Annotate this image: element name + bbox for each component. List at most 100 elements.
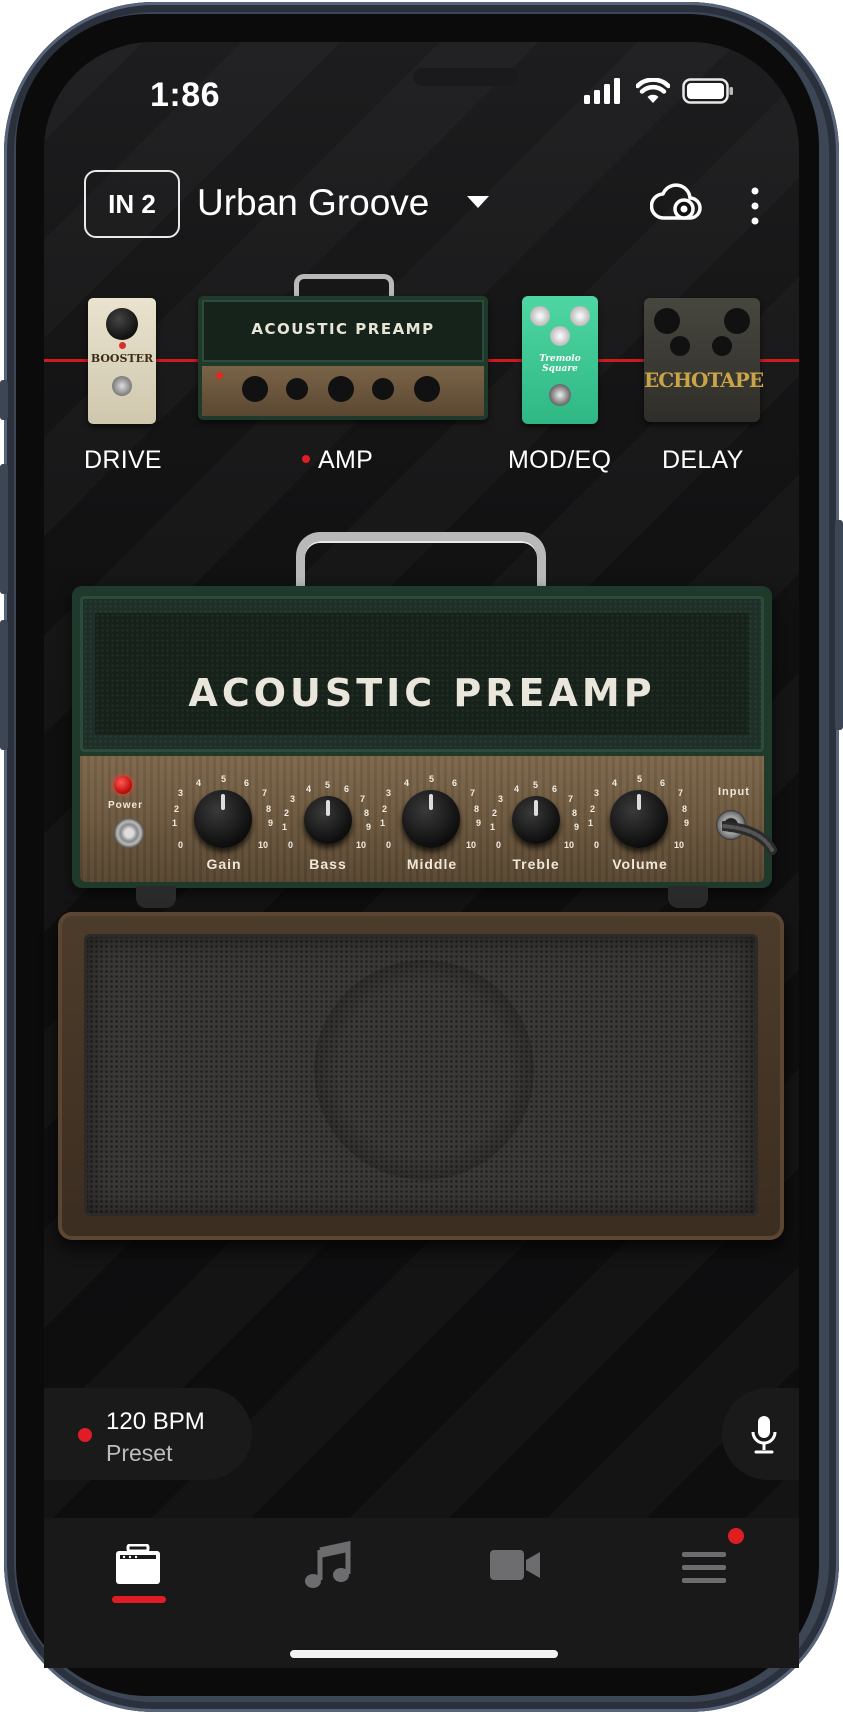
scale-tick-label: 6 [660, 778, 666, 788]
treble-knob[interactable] [512, 796, 560, 844]
input-selector-button[interactable]: IN 2 [84, 170, 180, 238]
mini-knob-icon [286, 378, 308, 400]
scale-tick-label: 8 [364, 808, 370, 818]
scale-tick-label: 7 [360, 794, 366, 804]
wifi-icon [636, 78, 670, 103]
tempo-value: 120 BPM [106, 1408, 205, 1435]
scale-tick-label: 0 [496, 840, 502, 850]
scale-tick-label: 6 [244, 778, 250, 788]
scale-tick-label: 7 [262, 788, 268, 798]
scale-tick-label: 5 [533, 780, 539, 790]
scale-tick-label: 9 [684, 818, 690, 828]
tab-music[interactable] [284, 1540, 374, 1620]
signal-icon [584, 78, 620, 104]
mini-knob-icon [372, 378, 394, 400]
scale-tick-label: 6 [344, 784, 350, 794]
speaker-cabinet[interactable] [58, 912, 784, 1240]
scale-tick-label: 4 [306, 784, 312, 794]
scale-tick-label: 2 [590, 804, 596, 814]
tempo-pill[interactable]: 120 BPM Preset [44, 1388, 252, 1480]
chain-label-delay[interactable]: DELAY [662, 446, 744, 475]
volume-label: Volume [612, 856, 668, 872]
tab-menu[interactable] [660, 1540, 750, 1620]
mini-knob-icon [242, 376, 268, 402]
volume-knob[interactable] [610, 790, 668, 848]
chain-label-amp-text: AMP [318, 446, 374, 474]
scale-tick-label: 4 [612, 778, 618, 788]
status-icons [584, 78, 734, 104]
scale-tick-label: 3 [386, 788, 392, 798]
chain-mod-eq-pedal[interactable]: Tremolo Square [522, 296, 598, 424]
scale-tick-label: 4 [404, 778, 410, 788]
amp-grille-cloth: ACOUSTIC PREAMP [95, 613, 749, 735]
volume-knob-group: 0 1 2 3 4 5 6 7 8 9 10 Volume [580, 770, 700, 874]
middle-knob[interactable] [402, 790, 460, 848]
scale-tick-label: 0 [386, 840, 392, 850]
delay-knob-icon [724, 308, 750, 334]
scale-tick-label: 5 [637, 774, 643, 784]
tab-video[interactable] [472, 1540, 562, 1620]
scale-tick-label: 3 [498, 794, 504, 804]
chain-label-amp[interactable]: AMP [302, 446, 373, 475]
video-camera-icon [490, 1550, 540, 1580]
power-label: Power [108, 800, 144, 811]
amp-handle [296, 532, 546, 594]
mod-footswitch-icon [549, 384, 571, 406]
notification-badge [728, 1528, 744, 1544]
power-switch[interactable] [114, 818, 144, 848]
mod-knob-icon [550, 326, 570, 346]
scale-tick-label: 3 [290, 794, 296, 804]
power-led-icon [114, 776, 132, 794]
scale-tick-label: 10 [564, 840, 575, 850]
guitar-cable-icon [722, 821, 777, 855]
preset-dropdown-caret-icon[interactable] [467, 196, 489, 208]
cloud-sync-icon[interactable] [650, 180, 702, 226]
scale-tick-label: 2 [174, 804, 180, 814]
scale-tick-label: 9 [366, 822, 372, 832]
scale-tick-label: 10 [674, 840, 685, 850]
preset-name[interactable]: Urban Groove [197, 182, 429, 224]
mini-amp-panel [202, 366, 484, 416]
drive-footswitch-icon [112, 376, 132, 396]
bass-knob[interactable] [304, 796, 352, 844]
mini-knob-icon [328, 376, 354, 402]
chain-label-mod-eq[interactable]: MOD/EQ [508, 446, 611, 475]
music-note-icon [305, 1540, 351, 1588]
chain-drive-pedal[interactable]: BOOSTER [88, 298, 156, 424]
amp-foot [136, 886, 176, 908]
scale-tick-label: 6 [452, 778, 458, 788]
delay-knob-icon [670, 336, 690, 356]
amp-grille: ACOUSTIC PREAMP [80, 596, 764, 752]
scale-tick-label: 0 [288, 840, 294, 850]
scale-tick-label: 5 [221, 774, 227, 784]
bass-label: Bass [309, 856, 347, 872]
amp-name: ACOUSTIC PREAMP [188, 671, 656, 715]
dynamic-island [413, 68, 519, 86]
chain-label-drive[interactable]: DRIVE [84, 446, 162, 475]
drive-knob-icon [106, 308, 138, 340]
more-options-icon[interactable] [748, 186, 762, 226]
tempo-source: Preset [106, 1440, 173, 1466]
scale-tick-label: 5 [325, 780, 331, 790]
active-indicator-dot [302, 455, 310, 464]
scale-tick-label: 8 [572, 808, 578, 818]
chain-delay-pedal[interactable]: ECHOTAPE [644, 298, 764, 422]
scale-tick-label: 2 [382, 804, 388, 814]
gain-knob[interactable] [194, 790, 252, 848]
scale-tick-label: 3 [178, 788, 184, 798]
mini-amp-name: ACOUSTIC PREAMP [251, 320, 435, 338]
amp-icon [116, 1544, 160, 1584]
chain-amp-unit[interactable]: ACOUSTIC PREAMP [198, 272, 488, 424]
scale-tick-label: 1 [588, 818, 594, 828]
home-indicator[interactable] [290, 1650, 558, 1658]
middle-label: Middle [406, 856, 458, 872]
scale-tick-label: 8 [682, 804, 688, 814]
battery-icon [682, 78, 733, 104]
drive-pedal-text: BOOSTER [90, 352, 154, 365]
treble-knob-group: 0 1 2 3 4 5 6 7 8 9 10 Treble [476, 770, 596, 874]
scale-tick-label: 10 [258, 840, 269, 850]
menu-icon [682, 1552, 726, 1583]
mini-amp-body: ACOUSTIC PREAMP [198, 296, 488, 420]
mod-knob-icon [530, 306, 550, 326]
tab-amp[interactable] [94, 1540, 184, 1620]
